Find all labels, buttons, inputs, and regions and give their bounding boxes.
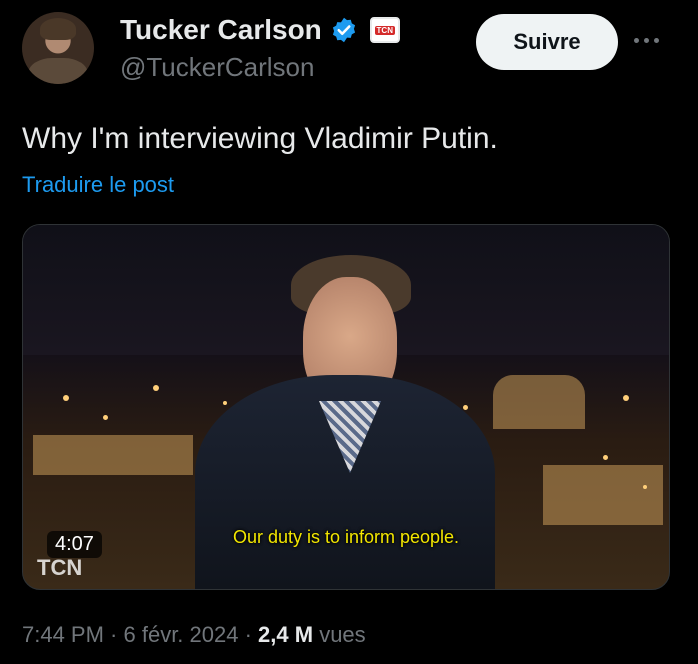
- video-building: [493, 375, 585, 429]
- affiliate-badge-text: TCN: [374, 25, 395, 35]
- video-player[interactable]: Our duty is to inform people. 4:07 TCN: [22, 224, 670, 590]
- translate-post-link[interactable]: Traduire le post: [22, 172, 174, 198]
- avatar[interactable]: [22, 12, 94, 84]
- more-options-icon[interactable]: [634, 30, 674, 50]
- video-watermark: TCN: [37, 555, 83, 580]
- video-duration: 4:07: [47, 531, 102, 558]
- post-text: Why I'm interviewing Vladimir Putin.: [22, 122, 498, 155]
- avatar-jacket: [28, 58, 88, 84]
- views-count: 2,4 M: [258, 622, 314, 647]
- video-subtitle: Our duty is to inform people.: [232, 527, 460, 547]
- post-time[interactable]: 7:44 PM: [22, 622, 104, 647]
- follow-button[interactable]: Suivre: [476, 14, 618, 70]
- meta-separator: ·: [103, 622, 124, 647]
- avatar-hair: [40, 18, 76, 40]
- video-light: [603, 455, 608, 460]
- author-name-row: Tucker Carlson TCN: [120, 14, 400, 46]
- views-label: vues: [313, 622, 366, 647]
- video-light: [623, 395, 629, 401]
- post-date[interactable]: 6 févr. 2024: [124, 622, 239, 647]
- video-building: [543, 465, 663, 525]
- video-light: [223, 401, 227, 405]
- meta-separator: ·: [238, 622, 259, 647]
- author-name[interactable]: Tucker Carlson: [120, 14, 322, 46]
- video-light: [103, 415, 108, 420]
- verified-badge-icon: [332, 17, 355, 43]
- post-meta: 7:44 PM · 6 févr. 2024 · 2,4 M vues: [22, 622, 366, 648]
- affiliate-badge-icon[interactable]: TCN: [369, 17, 400, 43]
- video-light: [463, 405, 468, 410]
- video-building: [33, 435, 193, 475]
- video-light: [643, 485, 647, 489]
- video-light: [153, 385, 159, 391]
- author-handle[interactable]: @TuckerCarlson: [120, 52, 314, 83]
- video-light: [63, 395, 69, 401]
